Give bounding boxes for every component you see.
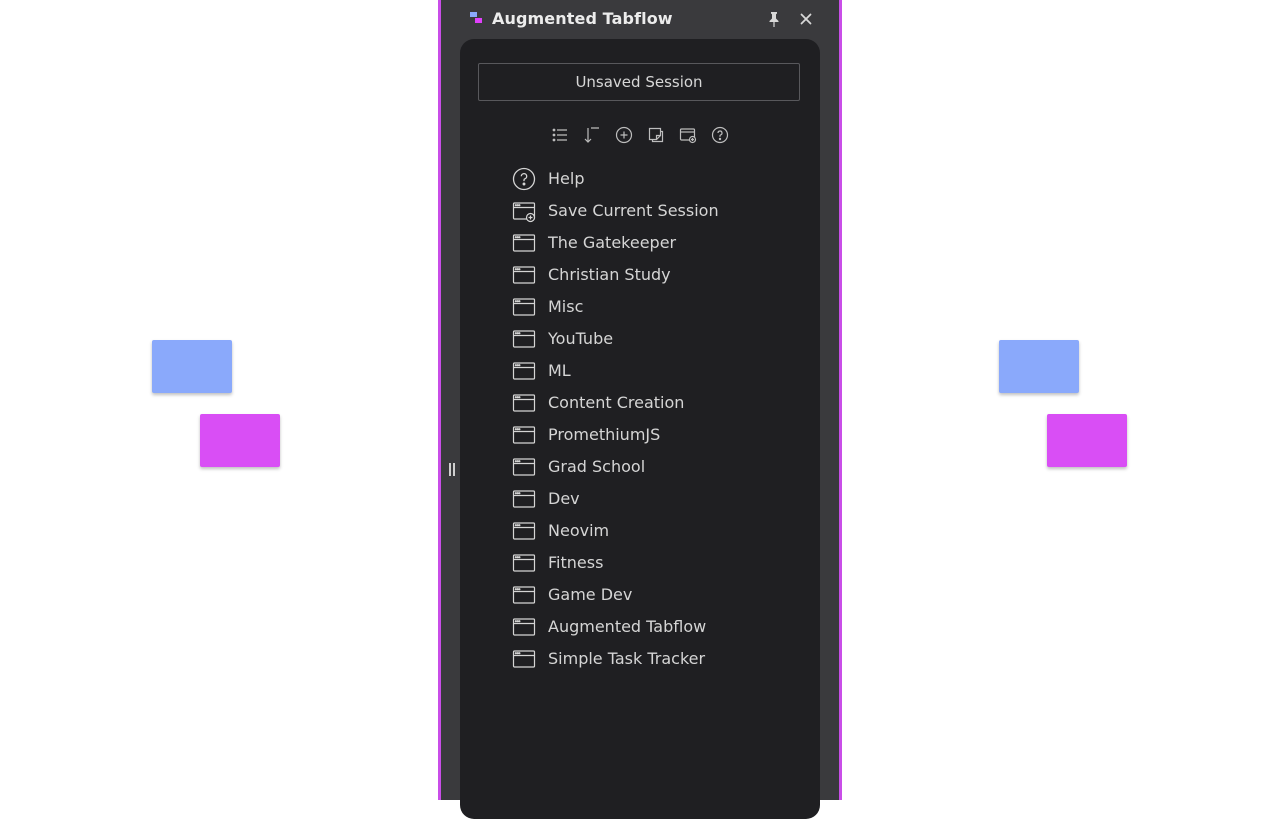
help-icon [512, 167, 536, 191]
session-item-dev[interactable]: Dev [512, 483, 812, 515]
background-tile-pink-left [200, 414, 280, 467]
browser-window-icon [512, 327, 536, 351]
session-item-neovim[interactable]: Neovim [512, 515, 812, 547]
pin-icon [769, 12, 779, 27]
session-item-promethiumjs[interactable]: PromethiumJS [512, 419, 812, 451]
browser-window-icon [512, 231, 536, 255]
session-item-christian-study[interactable]: Christian Study [512, 259, 812, 291]
session-item-label: Grad School [548, 457, 646, 476]
browser-window-icon [512, 647, 536, 671]
session-item-label: PromethiumJS [548, 425, 661, 444]
close-icon [800, 13, 812, 25]
list-item-label: Help [548, 169, 585, 188]
sort-icon [584, 127, 599, 143]
session-item-game-dev[interactable]: Game Dev [512, 579, 812, 611]
session-item-label: Game Dev [548, 585, 633, 604]
panel-content: Unsaved Session Help Save Current Sessio… [460, 39, 820, 819]
session-item-label: Misc [548, 297, 584, 316]
extension-panel: Augmented Tabflow Unsaved Session Help S… [438, 0, 842, 819]
sort-button[interactable] [582, 125, 602, 145]
browser-window-icon [512, 391, 536, 415]
session-name-field[interactable]: Unsaved Session [478, 63, 800, 101]
background-tile-blue-right [999, 340, 1079, 393]
browser-window-icon [512, 551, 536, 575]
background-tile-pink-right [1047, 414, 1127, 467]
browser-window-icon [512, 263, 536, 287]
browser-window-icon [512, 615, 536, 639]
list-view-button[interactable] [550, 125, 570, 145]
session-item-content-creation[interactable]: Content Creation [512, 387, 812, 419]
list-icon [552, 128, 567, 142]
session-item-label: Content Creation [548, 393, 685, 412]
session-item-label: Augmented Tabflow [548, 617, 707, 636]
session-item-grad-school[interactable]: Grad School [512, 451, 812, 483]
close-button[interactable] [796, 9, 816, 29]
session-item-label: Neovim [548, 521, 610, 540]
session-item-youtube[interactable]: YouTube [512, 323, 812, 355]
list-item-label: Save Current Session [548, 201, 719, 220]
save-session-button[interactable] [678, 125, 698, 145]
session-item-label: The Gatekeeper [548, 233, 677, 252]
app-title: Augmented Tabflow [492, 9, 673, 28]
add-circle-icon [615, 126, 633, 144]
session-item-label: Fitness [548, 553, 604, 572]
browser-window-icon [512, 423, 536, 447]
session-list: Help Save Current Session The Gatekeeper… [512, 163, 812, 675]
session-item-label: ML [548, 361, 571, 380]
session-item-label: Christian Study [548, 265, 671, 284]
pin-button[interactable] [764, 9, 784, 29]
browser-window-icon [512, 487, 536, 511]
session-item-ml[interactable]: ML [512, 355, 812, 387]
session-item-fitness[interactable]: Fitness [512, 547, 812, 579]
browser-window-icon [512, 359, 536, 383]
session-item-misc[interactable]: Misc [512, 291, 812, 323]
duplicate-button[interactable] [646, 125, 666, 145]
help-button[interactable] [710, 125, 730, 145]
add-session-button[interactable] [614, 125, 634, 145]
session-item-label: Dev [548, 489, 580, 508]
browser-window-icon [512, 455, 536, 479]
background-tile-blue-left [152, 340, 232, 393]
list-item-help[interactable]: Help [512, 163, 812, 195]
session-item-simple-task-tracker[interactable]: Simple Task Tracker [512, 643, 812, 675]
browser-window-icon [512, 583, 536, 607]
list-item-save-current-session[interactable]: Save Current Session [512, 195, 812, 227]
help-icon [711, 126, 729, 144]
session-item-the-gatekeeper[interactable]: The Gatekeeper [512, 227, 812, 259]
session-item-augmented-tabflow[interactable]: Augmented Tabflow [512, 611, 812, 643]
session-item-label: YouTube [548, 329, 614, 348]
browser-window-icon [512, 295, 536, 319]
save-session-icon [679, 128, 697, 144]
session-item-label: Simple Task Tracker [548, 649, 706, 668]
duplicate-icon [648, 127, 664, 143]
resize-handle[interactable] [448, 461, 456, 477]
save-session-icon [512, 199, 536, 223]
browser-window-icon [512, 519, 536, 543]
title-bar: Augmented Tabflow [441, 0, 839, 38]
app-logo [470, 12, 484, 26]
